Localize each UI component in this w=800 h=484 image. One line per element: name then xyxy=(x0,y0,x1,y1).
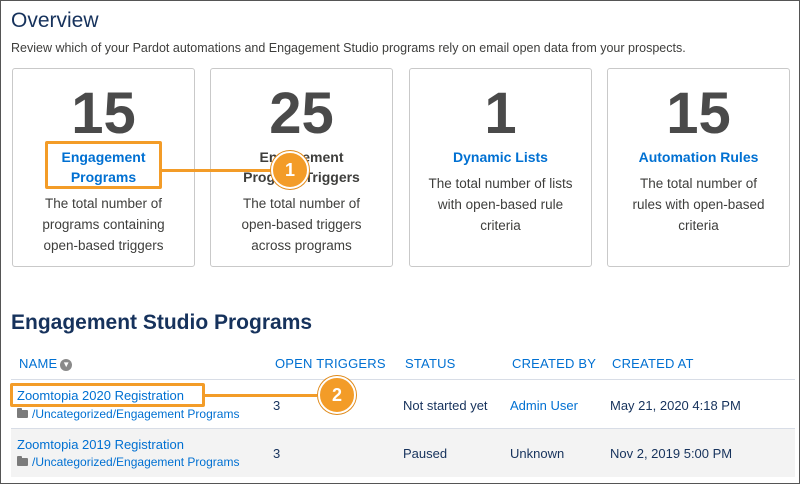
created-at: May 21, 2020 4:18 PM xyxy=(610,398,741,413)
callout-connector xyxy=(162,169,274,172)
card-number: 15 xyxy=(666,81,731,146)
overview-subtitle: Review which of your Pardot automations … xyxy=(11,41,686,55)
column-header-open-triggers[interactable]: OPEN TRIGGERS xyxy=(275,356,386,371)
callout-badge: 2 xyxy=(318,376,356,414)
card-description: The total number of rules with open-base… xyxy=(632,176,765,233)
column-header-created-at[interactable]: CREATED AT xyxy=(612,356,694,371)
card-description: The total number of open-based triggers … xyxy=(241,196,362,253)
program-path[interactable]: /Uncategorized/Engagement Programs xyxy=(17,407,239,421)
table-row: Zoomtopia 2019 Registration /Uncategoriz… xyxy=(11,429,795,477)
column-header-created-by[interactable]: CREATED BY xyxy=(512,356,596,371)
created-at: Nov 2, 2019 5:00 PM xyxy=(610,446,733,461)
card-title-link[interactable]: Automation Rules xyxy=(608,147,789,167)
callout-connector xyxy=(205,394,317,397)
card-dynamic-lists: 1 Dynamic Lists The total number of list… xyxy=(409,68,592,267)
folder-icon xyxy=(17,456,28,466)
created-by-link[interactable]: Admin User xyxy=(510,398,578,413)
status: Paused xyxy=(403,446,448,461)
card-description: The total number of lists with open-base… xyxy=(428,176,573,233)
program-path[interactable]: /Uncategorized/Engagement Programs xyxy=(17,455,239,469)
open-triggers: 3 xyxy=(273,446,281,461)
card-number: 25 xyxy=(269,81,334,146)
card-number: 1 xyxy=(484,81,517,146)
column-header-status[interactable]: STATUS xyxy=(405,356,456,371)
card-automation-rules: 15 Automation Rules The total number of … xyxy=(607,68,790,267)
status: Not started yet xyxy=(403,398,488,413)
program-name-link[interactable]: Zoomtopia 2019 Registration xyxy=(17,437,184,452)
column-header-name[interactable]: NAME ▼ xyxy=(19,356,73,371)
sort-circle-icon[interactable]: ▼ xyxy=(60,358,73,371)
folder-icon xyxy=(17,408,28,418)
overview-title: Overview xyxy=(11,9,99,32)
callout-badge: 1 xyxy=(271,151,309,189)
highlight-box xyxy=(10,383,205,407)
highlight-box xyxy=(45,141,162,189)
open-triggers: 3 xyxy=(273,398,281,413)
card-title-link[interactable]: Dynamic Lists xyxy=(410,147,591,167)
card-number: 15 xyxy=(71,81,136,146)
created-by: Unknown xyxy=(510,446,565,461)
card-description: The total number of programs containing … xyxy=(42,196,165,253)
section-title: Engagement Studio Programs xyxy=(11,311,313,334)
